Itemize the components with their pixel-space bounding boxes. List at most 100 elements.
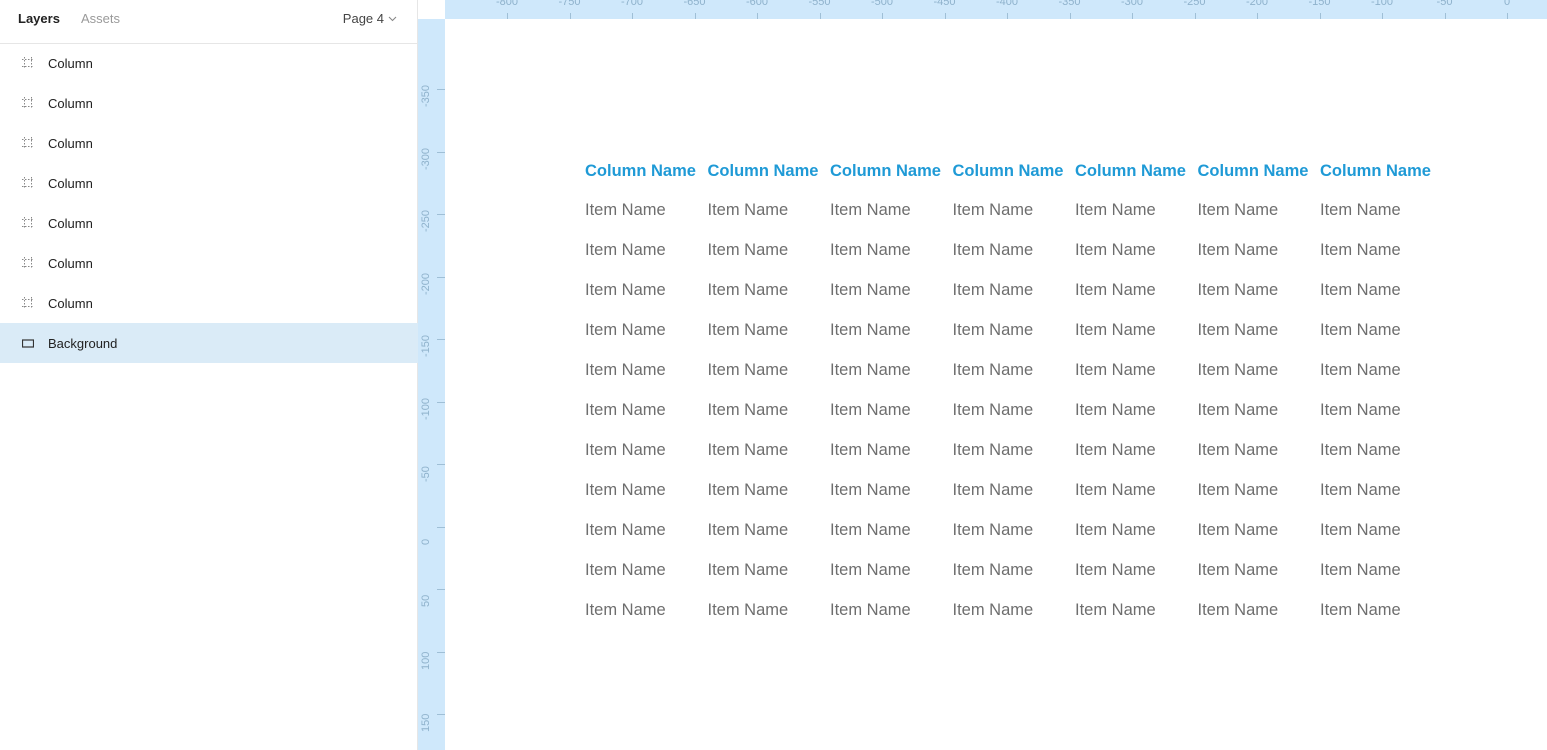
- item-cell[interactable]: Item Name: [830, 474, 953, 514]
- column-frame[interactable]: Column Name Item Name Item Name Item Name It…: [585, 160, 708, 634]
- item-cell[interactable]: Item Name: [708, 234, 831, 274]
- layer-item-column[interactable]: Column: [0, 163, 418, 203]
- layer-item-column[interactable]: Column: [0, 123, 418, 163]
- item-cell[interactable]: Item Name: [953, 354, 1076, 394]
- item-cell[interactable]: Item Name: [585, 514, 708, 554]
- item-cell[interactable]: Item Name: [1320, 394, 1443, 434]
- item-cell[interactable]: Item Name: [1198, 474, 1321, 514]
- item-cell[interactable]: Item Name: [585, 554, 708, 594]
- item-cell[interactable]: Item Name: [1198, 194, 1321, 234]
- item-cell[interactable]: Item Name: [1075, 394, 1198, 434]
- item-cell[interactable]: Item Name: [585, 354, 708, 394]
- item-cell[interactable]: Item Name: [953, 474, 1076, 514]
- item-cell[interactable]: Item Name: [830, 194, 953, 234]
- design-canvas[interactable]: Column Name Item Name Item Name Item Name It…: [445, 19, 1547, 750]
- item-cell[interactable]: Item Name: [830, 554, 953, 594]
- item-cell[interactable]: Item Name: [1198, 434, 1321, 474]
- item-cell[interactable]: Item Name: [953, 434, 1076, 474]
- item-cell[interactable]: Item Name: [953, 514, 1076, 554]
- item-cell[interactable]: Item Name: [953, 234, 1076, 274]
- item-cell[interactable]: Item Name: [1320, 354, 1443, 394]
- item-cell[interactable]: Item Name: [708, 514, 831, 554]
- item-cell[interactable]: Item Name: [708, 194, 831, 234]
- item-cell[interactable]: Item Name: [830, 594, 953, 634]
- item-cell[interactable]: Item Name: [953, 554, 1076, 594]
- item-cell[interactable]: Item Name: [1075, 194, 1198, 234]
- item-cell[interactable]: Item Name: [708, 434, 831, 474]
- tab-layers[interactable]: Layers: [18, 11, 60, 26]
- item-cell[interactable]: Item Name: [1320, 194, 1443, 234]
- item-cell[interactable]: Item Name: [1320, 434, 1443, 474]
- column-header[interactable]: Column Name: [708, 160, 831, 194]
- layer-item-column[interactable]: Column: [0, 83, 418, 123]
- column-frame[interactable]: Column Name Item Name Item Name Item Name It…: [708, 160, 831, 634]
- column-frame[interactable]: Column Name Item Name Item Name Item Name It…: [1075, 160, 1198, 634]
- item-cell[interactable]: Item Name: [830, 274, 953, 314]
- item-cell[interactable]: Item Name: [1320, 474, 1443, 514]
- layer-item-column[interactable]: Column: [0, 203, 418, 243]
- item-cell[interactable]: Item Name: [1075, 274, 1198, 314]
- item-cell[interactable]: Item Name: [708, 354, 831, 394]
- item-cell[interactable]: Item Name: [585, 314, 708, 354]
- column-frame[interactable]: Column Name Item Name Item Name Item Name It…: [1198, 160, 1321, 634]
- item-cell[interactable]: Item Name: [1075, 514, 1198, 554]
- column-header[interactable]: Column Name: [1320, 160, 1443, 194]
- item-cell[interactable]: Item Name: [1320, 514, 1443, 554]
- column-header[interactable]: Column Name: [830, 160, 953, 194]
- item-cell[interactable]: Item Name: [585, 274, 708, 314]
- item-cell[interactable]: Item Name: [953, 594, 1076, 634]
- item-cell[interactable]: Item Name: [1198, 234, 1321, 274]
- item-cell[interactable]: Item Name: [708, 274, 831, 314]
- item-cell[interactable]: Item Name: [1198, 354, 1321, 394]
- layer-item-column[interactable]: Column: [0, 43, 418, 83]
- item-cell[interactable]: Item Name: [585, 234, 708, 274]
- column-frame[interactable]: Column Name Item Name Item Name Item Name It…: [830, 160, 953, 634]
- column-header[interactable]: Column Name: [1075, 160, 1198, 194]
- item-cell[interactable]: Item Name: [585, 474, 708, 514]
- table-frame[interactable]: Column Name Item Name Item Name Item Name It…: [585, 160, 1443, 634]
- item-cell[interactable]: Item Name: [708, 594, 831, 634]
- item-cell[interactable]: Item Name: [953, 314, 1076, 354]
- item-cell[interactable]: Item Name: [830, 314, 953, 354]
- item-cell[interactable]: Item Name: [1198, 514, 1321, 554]
- item-cell[interactable]: Item Name: [1198, 594, 1321, 634]
- item-cell[interactable]: Item Name: [1320, 594, 1443, 634]
- item-cell[interactable]: Item Name: [953, 394, 1076, 434]
- item-cell[interactable]: Item Name: [708, 554, 831, 594]
- item-cell[interactable]: Item Name: [1320, 314, 1443, 354]
- layer-item-background[interactable]: Background: [0, 323, 418, 363]
- layer-item-column[interactable]: Column: [0, 283, 418, 323]
- item-cell[interactable]: Item Name: [1075, 234, 1198, 274]
- item-cell[interactable]: Item Name: [708, 314, 831, 354]
- item-cell[interactable]: Item Name: [1075, 354, 1198, 394]
- item-cell[interactable]: Item Name: [1075, 474, 1198, 514]
- item-cell[interactable]: Item Name: [830, 234, 953, 274]
- column-header[interactable]: Column Name: [1198, 160, 1321, 194]
- item-cell[interactable]: Item Name: [830, 434, 953, 474]
- item-cell[interactable]: Item Name: [1075, 594, 1198, 634]
- item-cell[interactable]: Item Name: [953, 274, 1076, 314]
- item-cell[interactable]: Item Name: [585, 194, 708, 234]
- item-cell[interactable]: Item Name: [708, 394, 831, 434]
- item-cell[interactable]: Item Name: [1075, 554, 1198, 594]
- item-cell[interactable]: Item Name: [1198, 394, 1321, 434]
- column-frame[interactable]: Column Name Item Name Item Name Item Name It…: [1320, 160, 1443, 634]
- item-cell[interactable]: Item Name: [953, 194, 1076, 234]
- horizontal-ruler[interactable]: -800 -750 -700 -650 -600 -550 -500 -450 -400 -350…: [445, 0, 1547, 19]
- vertical-ruler[interactable]: -350 -300 -250 -200 -150 -100 -50 0 50 100 150: [418, 19, 445, 750]
- item-cell[interactable]: Item Name: [585, 434, 708, 474]
- item-cell[interactable]: Item Name: [830, 394, 953, 434]
- column-header[interactable]: Column Name: [585, 160, 708, 194]
- item-cell[interactable]: Item Name: [1075, 314, 1198, 354]
- item-cell[interactable]: Item Name: [1320, 554, 1443, 594]
- item-cell[interactable]: Item Name: [1198, 274, 1321, 314]
- column-frame[interactable]: Column Name Item Name Item Name Item Name It…: [953, 160, 1076, 634]
- item-cell[interactable]: Item Name: [830, 354, 953, 394]
- item-cell[interactable]: Item Name: [585, 594, 708, 634]
- item-cell[interactable]: Item Name: [1198, 554, 1321, 594]
- page-selector[interactable]: Page 4: [343, 11, 397, 26]
- layer-item-column[interactable]: Column: [0, 243, 418, 283]
- item-cell[interactable]: Item Name: [1320, 234, 1443, 274]
- column-header[interactable]: Column Name: [953, 160, 1076, 194]
- item-cell[interactable]: Item Name: [1198, 314, 1321, 354]
